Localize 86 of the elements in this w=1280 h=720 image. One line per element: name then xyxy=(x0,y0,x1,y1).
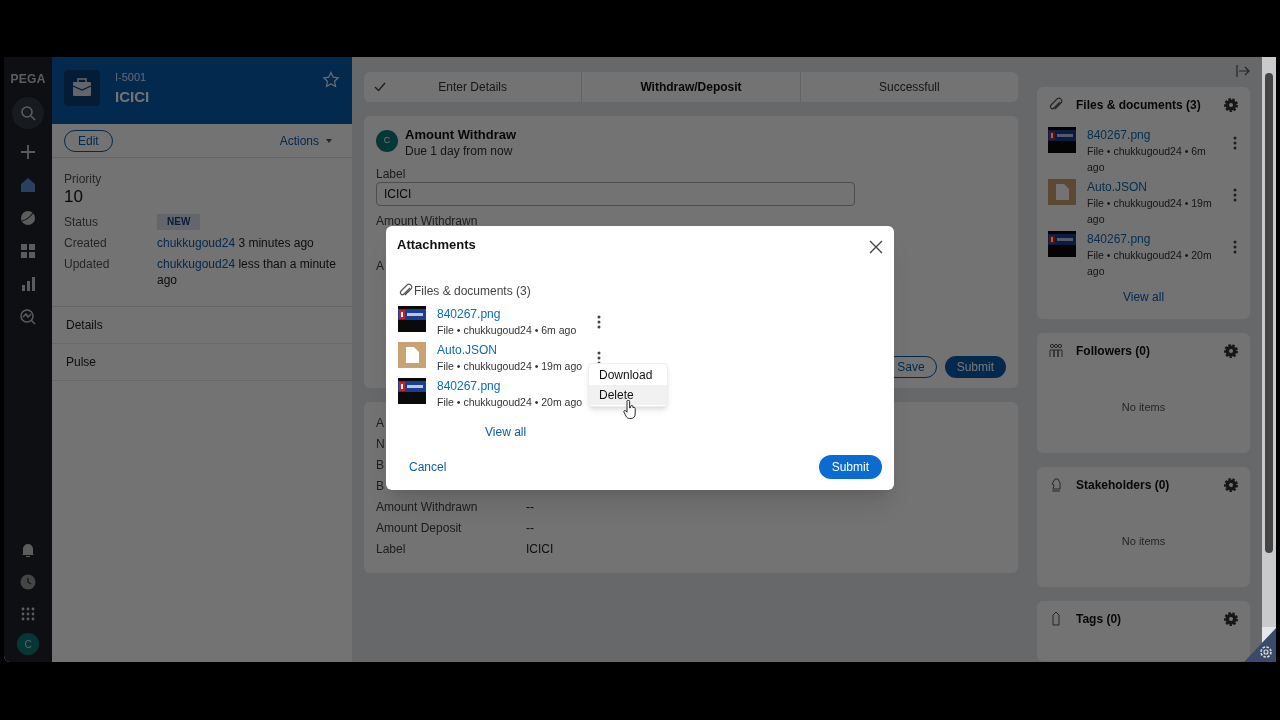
field-label: A xyxy=(376,416,384,430)
file-link[interactable]: 840267.png xyxy=(437,377,501,394)
field-value: -- xyxy=(526,499,534,516)
search-icon xyxy=(18,103,38,123)
collapse-icon[interactable] xyxy=(1236,65,1250,77)
field-label: Status xyxy=(64,214,100,230)
widget-title: Followers (0) xyxy=(1076,343,1151,360)
field-label: B xyxy=(376,479,384,493)
file-link[interactable]: 840267.png xyxy=(1087,127,1151,143)
field-label: A xyxy=(376,258,384,274)
label-field[interactable]: ICICI xyxy=(376,182,855,206)
menu-item[interactable]: Download xyxy=(589,365,667,385)
settings-icon[interactable] xyxy=(1223,343,1239,359)
avatar: C xyxy=(376,130,398,152)
file-link[interactable]: 840267.png xyxy=(437,305,501,322)
corner-settings-icon[interactable] xyxy=(1244,628,1276,662)
file-link[interactable]: 840267.png xyxy=(1087,231,1151,247)
case-title: ICICI xyxy=(115,87,151,107)
plus-icon xyxy=(18,142,38,162)
field-label: Label xyxy=(376,166,407,182)
file-meta: File • chukkugoud24 • 6m ago xyxy=(437,322,578,338)
view-all-link[interactable]: View all xyxy=(1122,288,1165,306)
widget-title: Files & documents (3) xyxy=(1076,97,1202,114)
submit-button[interactable]: Submit xyxy=(818,455,882,479)
close-icon[interactable] xyxy=(869,239,883,254)
field-label: Updated xyxy=(64,256,111,273)
file-meta: File • chukkugoud24 • 6m ago xyxy=(1087,144,1207,175)
settings-icon[interactable] xyxy=(1223,97,1239,113)
file-link[interactable]: Auto.JSON xyxy=(1087,179,1148,195)
globe-icon xyxy=(18,208,38,228)
file-meta: File • chukkugoud24 • 20m ago xyxy=(437,394,584,410)
nav-button[interactable] xyxy=(12,97,44,129)
grid-icon xyxy=(18,241,38,261)
empty-text: No items xyxy=(1121,534,1166,549)
file-meta: File • chukkugoud24 • 19m ago xyxy=(1087,196,1213,227)
due-text: Due 1 day from now xyxy=(405,143,514,159)
star-icon[interactable] xyxy=(322,71,340,89)
field-label: B xyxy=(376,458,384,472)
field-label: Amount Withdrawn xyxy=(376,500,478,514)
cancel-button[interactable]: Cancel xyxy=(409,458,447,476)
chart-search-icon xyxy=(18,307,38,327)
scrollbar[interactable] xyxy=(1262,57,1276,627)
home-icon xyxy=(18,175,38,195)
case-tab[interactable]: Pulse xyxy=(52,344,352,381)
empty-text: No items xyxy=(1121,400,1166,415)
file-meta: File • chukkugoud24 • 19m ago xyxy=(437,358,584,374)
history-icon[interactable] xyxy=(18,572,38,592)
file-link[interactable]: Auto.JSON xyxy=(437,341,498,358)
field-label: N xyxy=(376,437,385,451)
priority-label: Priority xyxy=(64,172,103,187)
submit-button[interactable]: Submit xyxy=(944,356,1006,378)
more-icon[interactable] xyxy=(597,314,601,329)
dialog-title: Attachments xyxy=(397,236,476,254)
case-id: I-5001 xyxy=(115,70,148,84)
stage-step: Enter Details xyxy=(364,72,583,102)
field-label: Amount Deposit xyxy=(376,521,462,535)
widget-title: Stakeholders (0) xyxy=(1076,477,1171,494)
view-all-link[interactable]: View all xyxy=(485,424,527,439)
briefcase-icon xyxy=(64,70,100,106)
logo-text: PEGA xyxy=(10,71,46,88)
field-label: Amount Withdrawn xyxy=(376,213,478,229)
section-title: Files & documents (3) xyxy=(414,282,531,300)
settings-icon[interactable] xyxy=(1223,477,1239,493)
field-value: ICICI xyxy=(526,541,554,558)
check-icon xyxy=(374,82,386,92)
field-value: chukkugoud24 less than a minute ago xyxy=(157,256,337,288)
people-icon xyxy=(1048,343,1064,359)
field-label: Label xyxy=(376,542,406,556)
stage-step: Withdraw/Deposit xyxy=(582,72,801,102)
menu-item[interactable]: Delete xyxy=(589,385,667,405)
case-tab[interactable]: Details xyxy=(52,307,352,344)
document-icon xyxy=(398,341,426,368)
field-value: chukkugoud24 3 minutes ago xyxy=(157,235,315,251)
status-badge: NEW xyxy=(157,214,201,230)
field-value: -- xyxy=(526,520,534,537)
field-label: Created xyxy=(64,235,108,251)
file-meta: File • chukkugoud24 • 20m ago xyxy=(1087,248,1213,279)
stage-step: Successfull xyxy=(800,72,1018,102)
document-icon xyxy=(1048,179,1076,205)
priority-value: 10 xyxy=(64,187,84,206)
settings-icon[interactable] xyxy=(1223,611,1239,627)
widget-title: Tags (0) xyxy=(1076,611,1123,628)
assignment-title: Amount Withdraw xyxy=(405,127,517,143)
avatar[interactable]: C xyxy=(17,633,39,655)
actions-button[interactable]: Actions xyxy=(279,131,332,150)
caret-icon xyxy=(326,138,332,143)
